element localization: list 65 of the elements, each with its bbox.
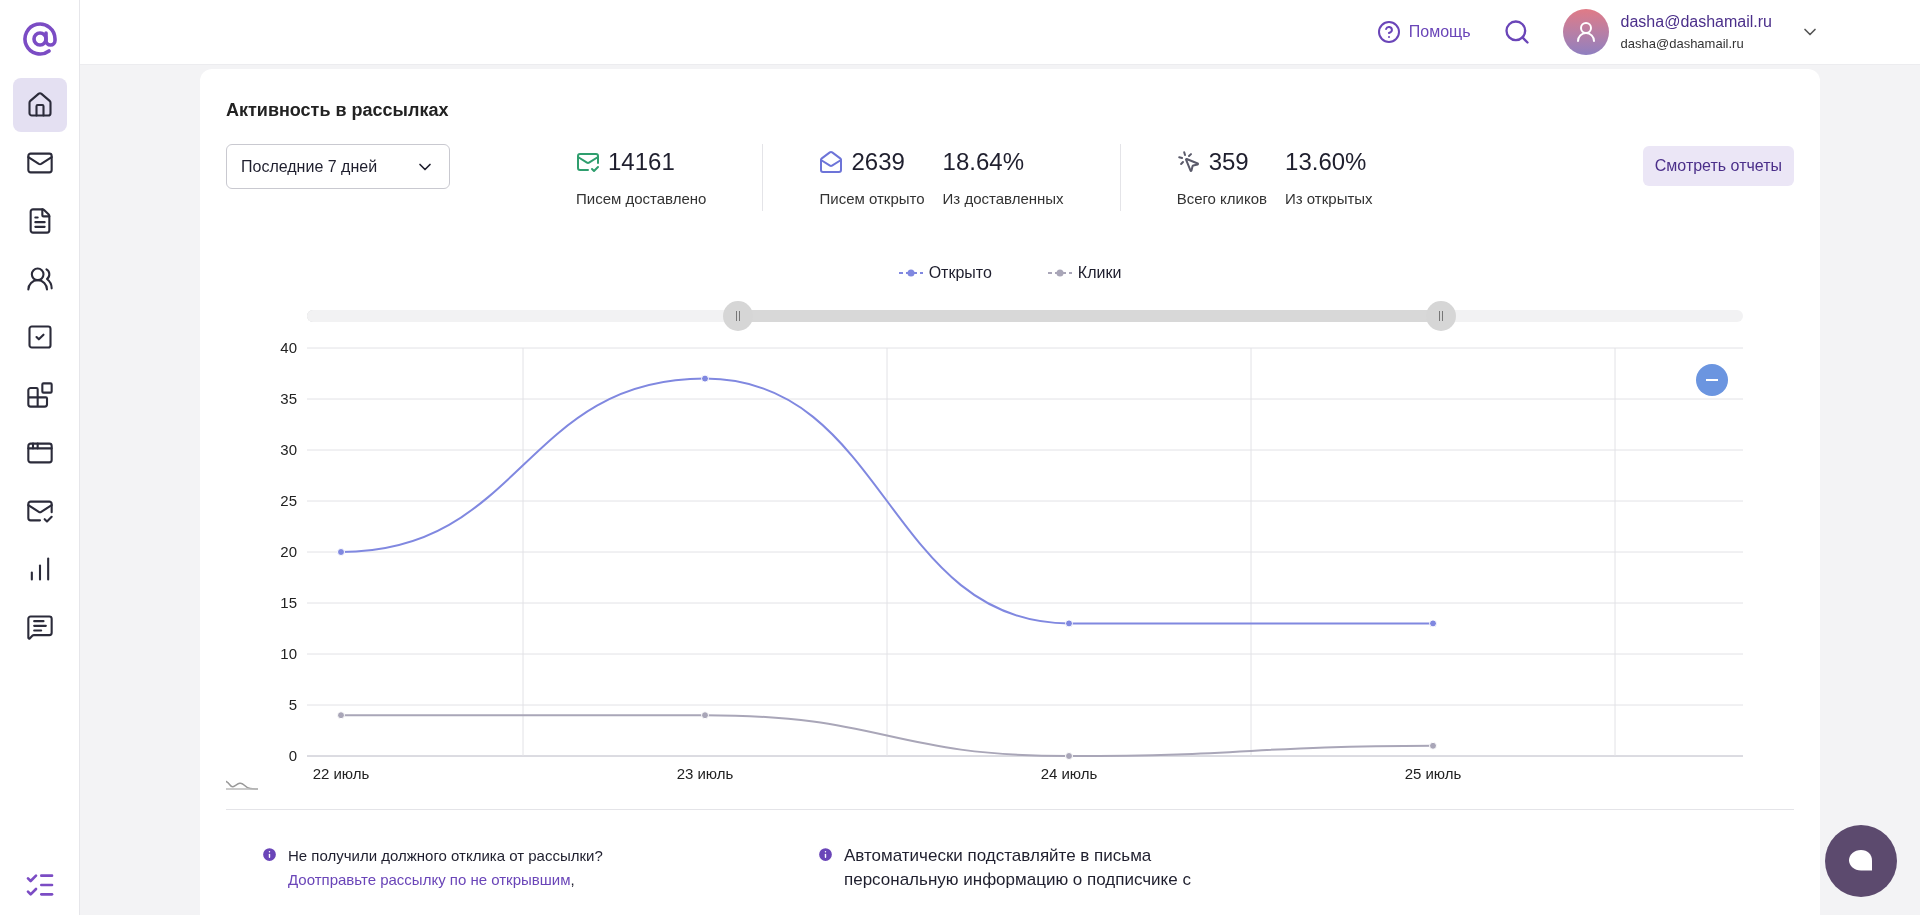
y-tick-label: 15 <box>280 593 297 611</box>
data-point <box>701 710 709 719</box>
stat-label: Писем открыто <box>819 189 925 209</box>
period-select[interactable]: Последние 7 дней <box>226 144 450 189</box>
info-icon <box>261 845 278 863</box>
help-link[interactable]: Помощь <box>1376 20 1471 44</box>
avatar[interactable] <box>1562 9 1609 55</box>
data-point <box>1065 618 1073 627</box>
stat-value: 14161 <box>608 147 675 177</box>
minus-button[interactable] <box>1696 363 1728 396</box>
x-tick-label: 25 июль <box>1404 764 1462 782</box>
info-icon <box>817 845 834 863</box>
logo-icon <box>21 21 58 57</box>
chat-bubble-icon <box>1848 849 1874 873</box>
help-icon <box>1376 20 1401 44</box>
zoom-handle[interactable] <box>722 300 753 331</box>
data-point <box>337 710 345 719</box>
y-tick-label: 10 <box>280 644 297 662</box>
user-name: dasha@dashamail.ru <box>1620 12 1772 33</box>
view-reports-button[interactable]: Смотреть отчеты <box>1642 146 1794 186</box>
resend-link[interactable]: Доотправьте рассылку по не открывшим <box>288 870 571 888</box>
stat-label: Из открытых <box>1285 189 1373 209</box>
stat-value: 359 <box>1208 147 1249 177</box>
home-icon <box>25 91 54 119</box>
message-icon <box>25 613 54 641</box>
stat-label: Всего кликов <box>1176 189 1268 209</box>
y-tick-label: 35 <box>280 389 297 407</box>
user-email: dasha@dashamail.ru <box>1620 35 1745 54</box>
blocks-icon <box>25 381 54 409</box>
stat-value: 2639 <box>851 147 905 177</box>
x-tick-label: 24 июль <box>1040 764 1098 782</box>
data-point <box>1429 741 1437 750</box>
y-tick-label: 40 <box>280 338 297 356</box>
y-tick-label: 0 <box>288 746 297 764</box>
legend-marker <box>1047 267 1072 278</box>
y-tick-label: 5 <box>288 695 297 713</box>
card-title: Активность в рассылках <box>226 99 450 122</box>
stat-label: Из доставленных <box>942 189 1064 209</box>
legend-label[interactable]: Клики <box>1077 260 1122 285</box>
legend-marker <box>898 267 923 278</box>
click-icon <box>1176 150 1201 174</box>
stat-percent: 18.64% <box>942 147 1025 177</box>
users-icon <box>25 265 54 293</box>
checkbox-icon <box>25 323 54 351</box>
mail-check-icon <box>576 150 600 174</box>
y-tick-label: 25 <box>280 491 297 509</box>
data-point <box>337 547 345 556</box>
data-point <box>1429 618 1437 627</box>
stat-label: Писем доставлено <box>576 189 707 209</box>
x-tick-label: 22 июль <box>312 764 370 782</box>
y-tick-label: 30 <box>280 440 297 458</box>
minus-icon <box>1706 378 1718 381</box>
zoom-handle[interactable] <box>1426 300 1457 331</box>
tip-text: Автоматически подставляйте в письма персональную информацию о подписчике с <box>844 844 1192 891</box>
tip-text: Не получили должного отклика от рассылки? Доотправьте рассылку по не открывшим, <box>288 845 604 890</box>
search-icon[interactable] <box>1502 18 1531 46</box>
data-point <box>701 374 709 383</box>
open-mail-icon <box>819 150 844 174</box>
data-point <box>1065 751 1073 760</box>
legend-label[interactable]: Открыто <box>928 260 992 285</box>
y-tick-label: 20 <box>280 542 297 560</box>
sidebar-item[interactable] <box>12 78 67 132</box>
stat-percent: 13.60% <box>1285 147 1368 177</box>
sparkline-icon <box>226 779 259 790</box>
x-tick-label: 23 июль <box>676 764 734 782</box>
